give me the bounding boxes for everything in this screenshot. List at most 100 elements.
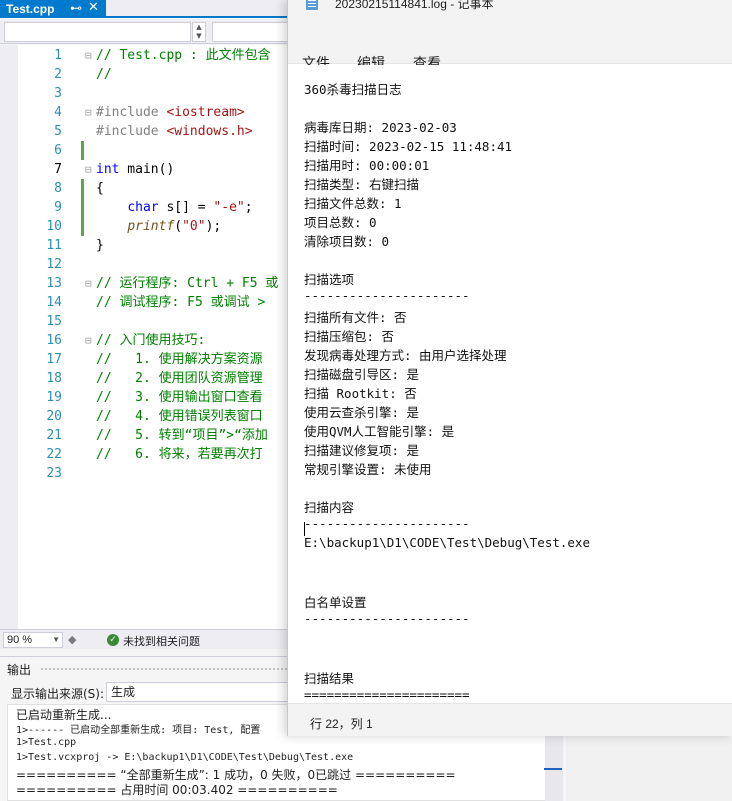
code-text: // 入门使用技巧: [96, 333, 206, 348]
line-number: 4 [54, 105, 62, 120]
fold-toggle-icon[interactable]: ⊟ [85, 331, 96, 350]
member-dropdown[interactable] [212, 22, 292, 42]
code-line[interactable]: 2 // [0, 65, 290, 84]
notepad-icon [306, 0, 318, 10]
code-line[interactable]: 3 [0, 84, 290, 103]
tab-label: Test.cpp [6, 2, 55, 16]
code-line[interactable]: 8{ [0, 179, 290, 198]
code-line[interactable]: 5 #include <windows.h> [0, 122, 290, 141]
menu-bar: 文件 编辑 查看 [288, 20, 732, 72]
code-text: // 6. 将来，若要再次打 [96, 447, 263, 462]
chevron-down-icon: ▼ [52, 635, 60, 644]
code-line[interactable]: 16 ⊟// 入门使用技巧: [0, 331, 290, 350]
window-title: 20230215114841.log - 记事本 [335, 0, 494, 11]
intellicode-icon[interactable]: ◆ [68, 633, 76, 646]
code-line[interactable]: 4 ⊟ #include <iostream> [0, 103, 290, 122]
code-text: // 4. 使用错误列表窗口 [96, 409, 263, 424]
line-number: 8 [54, 181, 62, 196]
log-line: 使用云查杀引擎: 是 [304, 405, 420, 420]
log-line: ---------------------- [304, 516, 470, 531]
fold-toggle-icon[interactable]: ⊟ [85, 46, 96, 65]
code-line[interactable]: 19 // 3. 使用输出窗口查看 [0, 388, 290, 407]
code-line[interactable]: 6 [0, 141, 290, 160]
log-line: ====================== [304, 687, 470, 702]
code-text: printf("0"); [127, 219, 222, 234]
change-indicator [81, 179, 84, 198]
code-line[interactable]: 21 // 5. 转到“项目”>“添加 [0, 426, 290, 445]
log-line: 扫描结果 [304, 671, 355, 686]
scroll-marker [544, 768, 562, 770]
close-icon[interactable]: ✕ [88, 0, 99, 15]
log-line: 项目总数: 0 [304, 215, 377, 230]
code-line[interactable]: 12 [0, 255, 290, 274]
log-line: 白名单设置 [304, 595, 367, 610]
notepad-status-bar: 行 22，列 1 [288, 703, 732, 736]
code-line[interactable]: 7 ⊟ int main() [0, 160, 290, 179]
zoom-level: 90 % [7, 634, 33, 646]
code-line[interactable]: 18 // 2. 使用团队资源管理 [0, 369, 290, 388]
split-arrows-icon[interactable]: ▲ ▼ [192, 22, 206, 42]
line-number: 16 [46, 333, 62, 348]
cursor-position: 行 22，列 1 [310, 717, 373, 731]
line-number: 18 [46, 371, 62, 386]
code-line[interactable]: 14 // 调试程序: F5 或调试 > [0, 293, 290, 312]
log-line: ---------------------- [304, 288, 470, 303]
code-line[interactable]: 1 ⊟// Test.cpp : 此文件包含 [0, 46, 290, 65]
text-editor-area[interactable]: 360杀毒扫描日志 病毒库日期: 2023-02-03 扫描时间: 2023-02-… [288, 65, 732, 724]
output-panel-title: 输出 [7, 663, 32, 677]
line-number: 12 [46, 257, 62, 272]
line-number: 3 [54, 86, 62, 101]
tab-test-cpp[interactable]: Test.cpp ⊷ ✕ [0, 0, 106, 18]
code-line[interactable]: 9 char s[] = "-e"; [0, 198, 290, 217]
log-line: 扫描建议修复项: 是 [304, 443, 420, 458]
check-icon: ✓ [107, 634, 119, 646]
line-number: 9 [54, 200, 62, 215]
log-line: 360杀毒扫描日志 [304, 82, 402, 97]
line-number: 22 [46, 447, 62, 462]
pin-icon[interactable]: ⊷ [70, 1, 82, 15]
line-number: 19 [46, 390, 62, 405]
issues-status[interactable]: 未找到相关问题 [123, 633, 200, 649]
fold-toggle-icon[interactable]: ⊟ [85, 160, 96, 179]
code-text: // 5. 转到“项目”>“添加 [96, 428, 268, 443]
log-line: 扫描内容 [304, 500, 355, 515]
scope-dropdown[interactable] [4, 22, 191, 42]
code-line[interactable]: 20 // 4. 使用错误列表窗口 [0, 407, 290, 426]
fold-toggle-icon[interactable]: ⊟ [85, 103, 96, 122]
line-number: 6 [54, 143, 62, 158]
code-line[interactable]: 22 // 6. 将来，若要再次打 [0, 445, 290, 464]
code-text: #include <iostream> [96, 105, 245, 120]
code-text: // 1. 使用解决方案资源 [96, 352, 263, 367]
log-line: E:\backup1\D1\CODE\Test\Debug\Test.exe [304, 535, 590, 550]
code-line[interactable]: 15 [0, 312, 290, 331]
code-line[interactable]: 10 printf("0"); [0, 217, 290, 236]
code-text: // Test.cpp : 此文件包含 [96, 48, 271, 63]
line-number: 13 [46, 276, 62, 291]
output-line: ========== 占用时间 00:03.402 ========== [16, 783, 338, 797]
output-source-label: 显示输出来源(S): [11, 687, 105, 701]
code-text: // 3. 使用输出窗口查看 [96, 390, 263, 405]
change-indicator [81, 141, 84, 160]
log-line: 病毒库日期: 2023-02-03 [304, 120, 457, 135]
log-line: 扫描文件总数: 1 [304, 196, 402, 211]
output-source-select[interactable]: 生成 [106, 682, 296, 702]
log-line: 扫描磁盘引导区: 是 [304, 367, 420, 382]
change-indicator [81, 217, 84, 236]
code-text: // [96, 67, 112, 82]
code-line[interactable]: 11} [0, 236, 290, 255]
notepad-title-bar[interactable]: 20230215114841.log - 记事本 [288, 0, 732, 20]
code-line[interactable]: 17 // 1. 使用解决方案资源 [0, 350, 290, 369]
code-text: } [96, 238, 104, 253]
code-line[interactable]: 23 [0, 464, 290, 483]
editor-status-bar: 90 % ▼ ◆ ✓ 未找到相关问题 [0, 629, 290, 649]
log-line: 使用QVM人工智能引擎: 是 [304, 424, 455, 439]
zoom-dropdown[interactable]: 90 % ▼ [3, 632, 63, 648]
code-line[interactable]: 13 ⊟// 运行程序: Ctrl + F5 或 [0, 274, 290, 293]
code-text: int main() [96, 162, 175, 177]
line-number: 23 [46, 466, 62, 481]
log-line: 清除项目数: 0 [304, 234, 390, 249]
fold-toggle-icon[interactable]: ⊟ [85, 274, 96, 293]
log-line: 发现病毒处理方式: 由用户选择处理 [304, 348, 507, 363]
log-line: 扫描用时: 00:00:01 [304, 158, 430, 173]
line-number: 2 [54, 67, 62, 82]
